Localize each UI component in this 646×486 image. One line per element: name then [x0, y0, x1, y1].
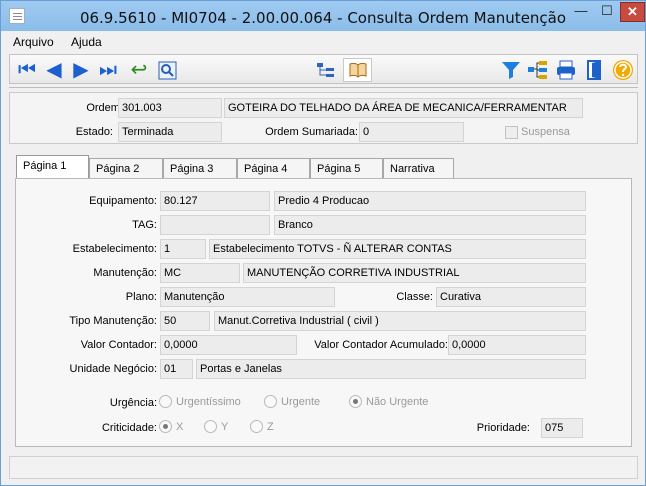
prioridade-field[interactable]: 075 [541, 418, 583, 438]
tab-pagina-3[interactable]: Página 3 [163, 158, 237, 179]
criticidade-z-label: Z [267, 420, 274, 433]
unidade-negocio-label: Unidade Negócio: [69, 363, 157, 375]
urgencia-urgente-radio[interactable]: Urgente [264, 395, 320, 408]
estado-label: Estado: [75, 126, 113, 138]
tab-pagina-2[interactable]: Página 2 [89, 158, 163, 179]
estabelecimento-code-field[interactable]: 1 [160, 239, 206, 259]
filter-icon[interactable] [499, 58, 523, 82]
tab-narrativa[interactable]: Narrativa [383, 158, 454, 179]
last-record-icon[interactable]: ⏭ [96, 58, 120, 82]
urgencia-nao-urgente-radio[interactable]: Não Urgente [349, 395, 428, 408]
return-icon[interactable]: ↩ [127, 58, 151, 82]
first-record-icon[interactable]: ⏮ [15, 58, 39, 82]
maximize-button[interactable]: ☐ [594, 2, 620, 22]
hierarchy-icon[interactable] [526, 58, 550, 82]
tab-pagina-5[interactable]: Página 5 [310, 158, 383, 179]
estabelecimento-label: Estabelecimento: [72, 243, 157, 255]
valor-contador-label: Valor Contador: [80, 339, 157, 351]
criticidade-y-radio[interactable]: Y [204, 420, 228, 433]
status-bar [9, 456, 638, 479]
next-record-icon[interactable]: ▶ [69, 58, 93, 82]
page-1-panel: Equipamento: 80.127 Predio 4 Producao TA… [15, 178, 632, 447]
urgencia-urgentissimo-label: Urgentíssimo [176, 395, 241, 408]
urgencia-urgente-label: Urgente [281, 395, 321, 408]
toolbar: ⏮ ◀ ▶ ⏭ ↩ [9, 54, 638, 84]
title-bar[interactable]: 06.9.5610 - MI0704 - 2.00.00.064 - Consu… [1, 1, 645, 31]
equipamento-label: Equipamento: [89, 195, 157, 207]
print-icon[interactable] [554, 58, 578, 82]
menu-arquivo[interactable]: Arquivo [13, 35, 54, 49]
valor-contador-field[interactable]: 0,0000 [160, 335, 297, 355]
urgencia-nao-urgente-label: Não Urgente [366, 395, 429, 408]
manutencao-label: Manutenção: [93, 267, 157, 279]
equipamento-description-field[interactable]: Predio 4 Producao [274, 191, 586, 211]
radio-selected-dot [159, 420, 172, 433]
classe-field[interactable]: Curativa [436, 287, 586, 307]
tag-label: TAG: [132, 219, 157, 231]
radio-dot [159, 395, 172, 408]
valor-contador-acumulado-field[interactable]: 0,0000 [448, 335, 586, 355]
order-header: Ordem: 301.003 GOTEIRA DO TELHADO DA ÁRE… [9, 92, 638, 144]
unidade-negocio-description-field[interactable]: Portas e Janelas [196, 359, 586, 379]
book-icon[interactable] [343, 58, 372, 82]
tipo-manutencao-code-field[interactable]: 50 [160, 311, 210, 331]
radio-dot [250, 420, 263, 433]
close-button[interactable]: ✕ [620, 2, 645, 22]
radio-dot [204, 420, 217, 433]
manutencao-description-field[interactable]: MANUTENÇÃO CORRETIVA INDUSTRIAL [243, 263, 586, 283]
ordem-label: Ordem: [86, 102, 123, 114]
ordem-field[interactable]: 301.003 [118, 98, 222, 118]
criticidade-z-radio[interactable]: Z [250, 420, 274, 433]
toolbar-separator [9, 87, 638, 88]
suspensa-checkbox[interactable] [505, 126, 518, 139]
criticidade-x-label: X [176, 420, 184, 433]
plano-field[interactable]: Manutenção [160, 287, 335, 307]
valor-contador-acumulado-label: Valor Contador Acumulado: [314, 339, 448, 351]
tag-field[interactable] [160, 215, 270, 235]
ordem-description-field[interactable]: GOTEIRA DO TELHADO DA ÁREA DE MECANICA/F… [224, 98, 583, 118]
menu-ajuda[interactable]: Ajuda [71, 35, 102, 49]
tipo-manutencao-label: Tipo Manutenção: [69, 315, 157, 327]
exit-icon[interactable] [583, 58, 607, 82]
minimize-button[interactable]: — [568, 2, 594, 22]
estado-field[interactable]: Terminada [118, 122, 222, 142]
equipamento-code-field[interactable]: 80.127 [160, 191, 270, 211]
tag-description-field[interactable]: Branco [274, 215, 586, 235]
plano-label: Plano: [125, 291, 157, 303]
criticidade-label: Criticidade: [101, 422, 157, 434]
radio-selected-dot [349, 395, 362, 408]
search-icon[interactable] [155, 58, 179, 82]
prioridade-label: Prioridade: [476, 422, 530, 434]
urgencia-label: Urgência: [109, 397, 157, 409]
estabelecimento-description-field[interactable]: Estabelecimento TOTVS - Ñ ALTERAR CONTAS [209, 239, 586, 259]
ordem-sumariada-label: Ordem Sumariada: [265, 126, 358, 138]
tab-strip: Página 1 Página 2 Página 3 Página 4 Pági… [16, 155, 631, 179]
previous-record-icon[interactable]: ◀ [42, 58, 66, 82]
tab-pagina-4[interactable]: Página 4 [237, 158, 310, 179]
unidade-negocio-code-field[interactable]: 01 [160, 359, 193, 379]
classe-label: Classe: [396, 291, 433, 303]
ordem-sumariada-field[interactable]: 0 [359, 122, 464, 142]
urgencia-urgentissimo-radio[interactable]: Urgentíssimo [159, 395, 241, 408]
window-title: 06.9.5610 - MI0704 - 2.00.00.064 - Consu… [79, 9, 567, 27]
manutencao-code-field[interactable]: MC [160, 263, 240, 283]
criticidade-y-label: Y [221, 420, 229, 433]
suspensa-label: Suspensa [521, 126, 570, 138]
tipo-manutencao-description-field[interactable]: Manut.Corretiva Industrial ( civil ) [214, 311, 586, 331]
tree-icon[interactable] [313, 58, 337, 82]
criticidade-x-radio[interactable]: X [159, 420, 183, 433]
menu-bar: Arquivo Ajuda [1, 32, 645, 53]
radio-dot [264, 395, 277, 408]
tab-pagina-1[interactable]: Página 1 [16, 155, 89, 179]
application-window: 06.9.5610 - MI0704 - 2.00.00.064 - Consu… [0, 0, 646, 486]
help-icon[interactable] [611, 58, 635, 82]
